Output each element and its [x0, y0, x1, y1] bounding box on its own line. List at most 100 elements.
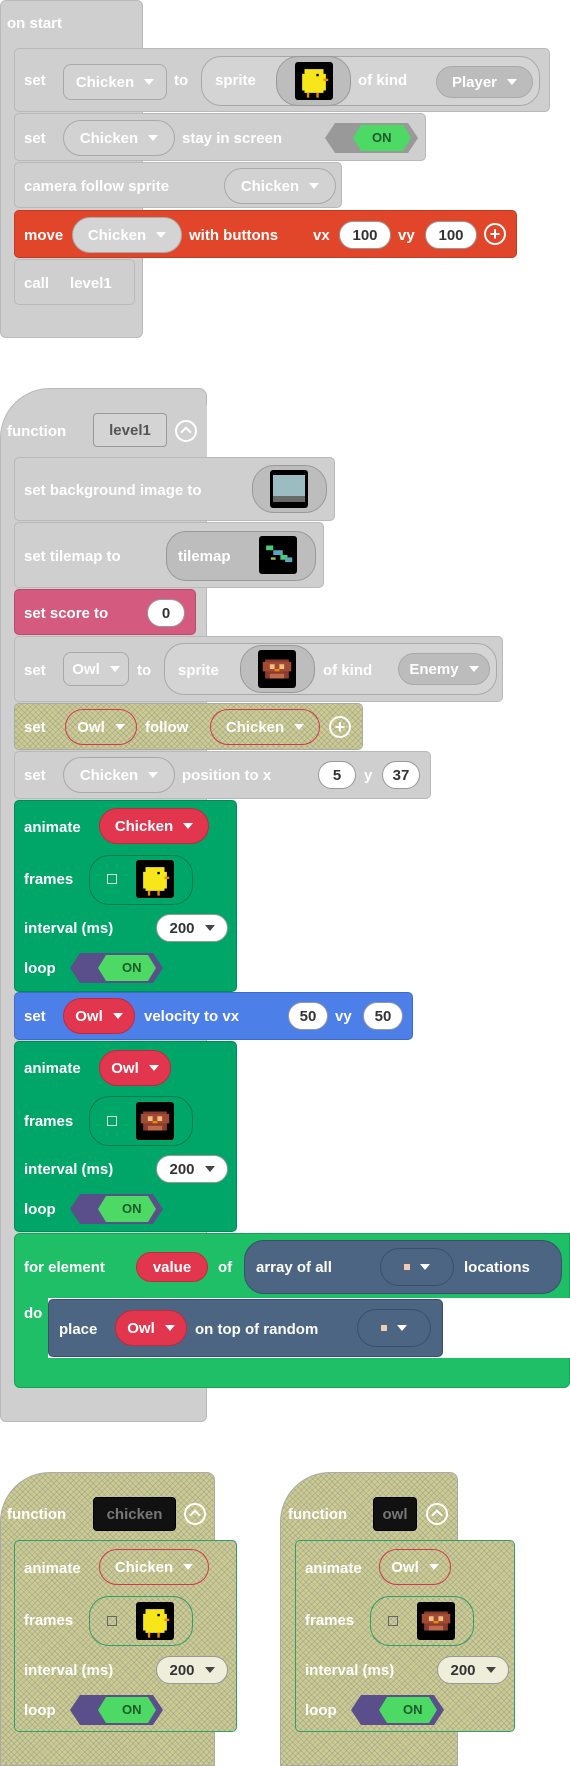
- x-input[interactable]: 5: [318, 761, 356, 789]
- vy-input[interactable]: 50: [363, 1002, 403, 1030]
- interval-value: 200: [169, 1160, 195, 1178]
- frames-label: frames: [24, 871, 74, 888]
- chevron-down-icon: [183, 823, 194, 829]
- animate-label: animate: [24, 1060, 81, 1077]
- animate-label: animate: [24, 1560, 81, 1577]
- variable-dropdown[interactable]: Chicken: [72, 217, 182, 253]
- interval-dropdown[interactable]: 200: [156, 1155, 228, 1183]
- tile-dropdown[interactable]: [357, 1309, 431, 1347]
- frames-label: frames: [24, 1113, 74, 1130]
- add-frame-icon[interactable]: [107, 1616, 117, 1626]
- chevron-down-icon: [164, 1325, 175, 1331]
- variable-dropdown[interactable]: Chicken: [63, 120, 175, 156]
- call-label: call: [24, 275, 50, 292]
- variable-name: Owl: [111, 1059, 139, 1077]
- sprite-label: sprite: [215, 72, 256, 89]
- background-image-icon: [270, 470, 308, 508]
- variable-name: Chicken: [79, 129, 139, 147]
- variable-name: Chicken: [75, 73, 135, 91]
- variable-dropdown[interactable]: Owl: [65, 709, 137, 745]
- variable-name: Chicken: [87, 226, 147, 244]
- y-input[interactable]: 37: [382, 761, 420, 789]
- chevron-down-icon: [114, 724, 125, 730]
- score-input[interactable]: 0: [147, 599, 185, 627]
- variable-name: Owl: [391, 1558, 419, 1576]
- collapse-icon[interactable]: [184, 1503, 206, 1525]
- vx-label: vx: [313, 227, 330, 244]
- loop-toggle[interactable]: ON: [351, 1695, 444, 1725]
- loop-toggle[interactable]: ON: [70, 1695, 163, 1725]
- add-frame-icon[interactable]: [107, 874, 117, 884]
- variable-dropdown[interactable]: Owl: [115, 1310, 187, 1346]
- variable-dropdown[interactable]: Owl: [379, 1549, 451, 1585]
- variable-dropdown[interactable]: Owl: [99, 1050, 171, 1086]
- variable-name: Chicken: [114, 1558, 174, 1576]
- vx-input[interactable]: 100: [339, 221, 391, 249]
- add-frame-icon[interactable]: [107, 1116, 117, 1126]
- target-dropdown[interactable]: Chicken: [210, 709, 320, 745]
- variable-dropdown[interactable]: Chicken: [99, 1549, 209, 1585]
- function-name-input[interactable]: level1: [93, 413, 167, 447]
- animate-label: animate: [305, 1560, 362, 1577]
- variable-dropdown[interactable]: Chicken: [99, 808, 209, 844]
- value-variable[interactable]: value: [136, 1252, 208, 1282]
- chevron-down-icon: [109, 666, 120, 672]
- loop-toggle[interactable]: ON: [70, 953, 163, 983]
- variable-dropdown[interactable]: Chicken: [63, 757, 175, 793]
- kind-dropdown[interactable]: Enemy: [398, 653, 490, 685]
- tile-dropdown[interactable]: [380, 1248, 454, 1286]
- chevron-down-icon: [204, 1667, 215, 1673]
- chicken-sprite-icon: [136, 1602, 174, 1640]
- chevron-down-icon: [420, 1264, 430, 1270]
- vy-input[interactable]: 100: [425, 221, 477, 249]
- tilemap-icon: [259, 536, 297, 574]
- set-label: set: [24, 1008, 46, 1025]
- function-name-input[interactable]: chicken: [93, 1497, 176, 1531]
- velocity-label: velocity to vx: [144, 1008, 240, 1025]
- interval-label: interval (ms): [305, 1662, 395, 1679]
- toggle-on-label: ON: [372, 130, 392, 145]
- add-icon[interactable]: +: [329, 716, 351, 738]
- loop-toggle[interactable]: ON: [70, 1194, 163, 1224]
- loop-label: loop: [24, 1201, 56, 1218]
- set-background-label: set background image to: [24, 482, 202, 499]
- collapse-icon[interactable]: [426, 1503, 448, 1525]
- interval-label: interval (ms): [24, 1662, 114, 1679]
- interval-dropdown[interactable]: 200: [156, 914, 228, 942]
- array-of-all-label: array of all: [256, 1259, 332, 1276]
- set-label: set: [24, 719, 46, 736]
- interval-label: interval (ms): [24, 1161, 114, 1178]
- variable-name: Chicken: [240, 177, 300, 195]
- chevron-down-icon: [204, 1166, 215, 1172]
- interval-dropdown[interactable]: 200: [437, 1656, 509, 1684]
- chevron-down-icon: [485, 1667, 496, 1673]
- tilemap-label: tilemap: [178, 548, 231, 565]
- chicken-sprite-icon: [295, 62, 333, 100]
- vx-input[interactable]: 50: [288, 1002, 328, 1030]
- variable-name: Chicken: [114, 817, 174, 835]
- owl-sprite-icon: [417, 1602, 455, 1640]
- vy-label: vy: [398, 227, 415, 244]
- kind-dropdown[interactable]: Player: [436, 66, 533, 98]
- variable-dropdown[interactable]: Chicken: [63, 64, 167, 100]
- variable-dropdown[interactable]: Chicken: [224, 168, 336, 204]
- variable-dropdown[interactable]: Owl: [63, 998, 135, 1034]
- of-kind-label: of kind: [323, 662, 373, 679]
- collapse-icon[interactable]: [175, 420, 197, 442]
- add-frame-icon[interactable]: [388, 1616, 398, 1626]
- set-label: set: [24, 72, 46, 89]
- variable-name: Owl: [72, 660, 100, 678]
- variable-dropdown[interactable]: Owl: [63, 652, 129, 686]
- chicken-sprite-icon: [136, 860, 174, 898]
- call-function-name[interactable]: level1: [70, 275, 112, 292]
- do-label: do: [24, 1305, 43, 1322]
- stay-toggle[interactable]: ON: [325, 123, 418, 153]
- chevron-down-icon: [144, 79, 155, 85]
- frames-label: frames: [305, 1612, 355, 1629]
- stay-in-screen-label: stay in screen: [182, 130, 283, 147]
- function-name-input[interactable]: owl: [373, 1497, 417, 1531]
- interval-dropdown[interactable]: 200: [156, 1656, 228, 1684]
- add-icon[interactable]: +: [484, 223, 506, 245]
- function-keyword: function: [7, 423, 67, 440]
- kind-name: Enemy: [409, 660, 459, 678]
